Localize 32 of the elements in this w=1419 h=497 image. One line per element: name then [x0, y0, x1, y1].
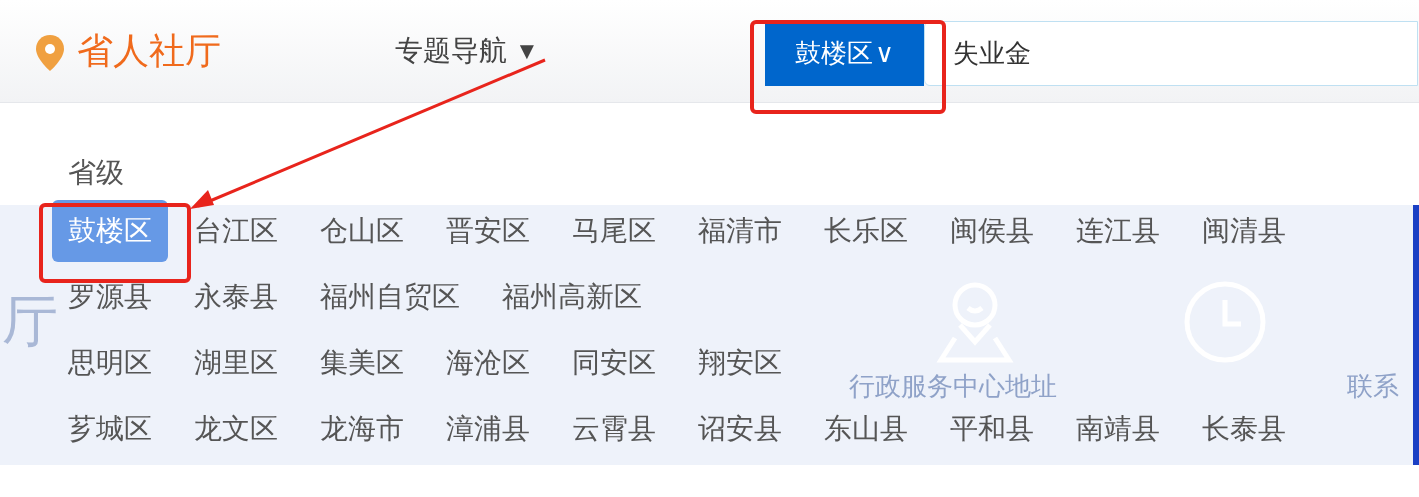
district-option[interactable]: 集美区	[304, 332, 420, 394]
district-option[interactable]: 湖里区	[178, 332, 294, 394]
district-option[interactable]: 连江县	[1060, 200, 1176, 262]
district-option[interactable]: 晋安区	[430, 200, 546, 262]
district-option[interactable]: 仓山区	[304, 200, 420, 262]
district-option[interactable]: 东山县	[808, 398, 924, 460]
district-option[interactable]: 平和县	[934, 398, 1050, 460]
district-option[interactable]: 龙海市	[304, 398, 420, 460]
district-option[interactable]: 闽侯县	[934, 200, 1050, 262]
district-option[interactable]: 海沧区	[430, 332, 546, 394]
location-pin-icon	[35, 34, 65, 72]
level-label: 省级	[67, 159, 125, 190]
search-field[interactable]: 失业金	[923, 20, 1418, 86]
district-option[interactable]: 长泰县	[1186, 398, 1302, 460]
district-option[interactable]: 漳浦县	[430, 398, 546, 460]
site-logo-text: 省人社厅	[77, 33, 221, 69]
district-option[interactable]: 诏安县	[682, 398, 798, 460]
district-option[interactable]: 福清市	[682, 200, 798, 262]
district-option[interactable]: 台江区	[178, 200, 294, 262]
district-option[interactable]: 同安区	[556, 332, 672, 394]
district-option[interactable]: 长乐区	[808, 200, 924, 262]
district-option[interactable]: 永泰县	[178, 266, 294, 328]
district-option[interactable]: 云霄县	[556, 398, 672, 460]
district-option[interactable]: 芗城区	[52, 398, 168, 460]
district-option[interactable]: 龙文区	[178, 398, 294, 460]
district-option[interactable]: 闽清县	[1186, 200, 1302, 262]
district-option[interactable]: 福州高新区	[486, 266, 658, 328]
district-option[interactable]: 南靖县	[1060, 398, 1176, 460]
topic-nav-menu[interactable]: 专题导航 ▼	[395, 37, 539, 65]
district-option[interactable]: 翔安区	[682, 332, 798, 394]
district-option[interactable]: 马尾区	[556, 200, 672, 262]
district-option[interactable]: 福州自贸区	[304, 266, 476, 328]
